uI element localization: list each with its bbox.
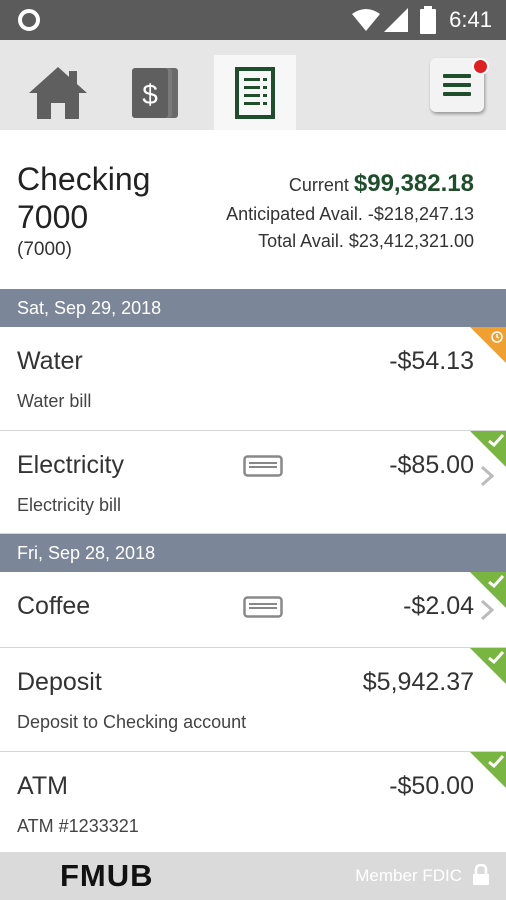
chevron-right-icon[interactable]	[480, 465, 494, 487]
transaction-amount: -$85.00	[389, 451, 474, 479]
card-icon	[243, 455, 283, 477]
cell-signal-icon	[384, 8, 408, 32]
total-balance: Total Avail. $23,412,321.00	[258, 231, 474, 252]
wifi-icon	[352, 9, 380, 31]
transaction-amount: -$2.04	[403, 592, 474, 620]
clock-icon	[491, 331, 503, 343]
checkmark-icon	[488, 434, 504, 447]
transaction-title: Electricity	[17, 451, 124, 479]
transaction-row[interactable]: ATM ATM #1233321 -$50.00	[0, 752, 506, 852]
account-name: Checking 7000	[17, 161, 151, 235]
transaction-amount: $5,942.37	[362, 668, 474, 696]
transaction-row[interactable]: Deposit Deposit to Checking account $5,9…	[0, 648, 506, 752]
account-summary: Checking 7000 (7000) Current $99,382.18 …	[0, 130, 506, 288]
transaction-description: Water bill	[17, 391, 92, 411]
transaction-title: Deposit	[17, 668, 102, 696]
current-balance-label: Current	[288, 175, 349, 195]
footer: FMUB Member FDIC	[0, 852, 506, 900]
current-balance-value: $99,382.18	[353, 170, 474, 197]
hamburger-menu-icon	[443, 74, 471, 96]
status-bar: 6:41	[0, 0, 506, 40]
tab-accounts[interactable]	[214, 55, 296, 130]
checkmark-icon	[488, 575, 504, 588]
member-fdic-label: Member FDIC	[355, 866, 462, 885]
statement-icon	[235, 66, 275, 119]
date-header: Fri, Sep 28, 2018	[0, 534, 506, 572]
transaction-description: Deposit to Checking account	[17, 712, 247, 732]
transaction-description: Electricity bill	[17, 495, 122, 515]
battery-icon	[420, 6, 436, 34]
current-balance: Current $99,382.18	[289, 170, 474, 198]
total-balance-value: $23,412,321.00	[348, 231, 474, 251]
dollar-bill-icon: $	[132, 67, 178, 118]
transaction-description: ATM #1233321	[17, 816, 139, 836]
circle-icon	[18, 9, 40, 31]
clock: 6:41	[449, 7, 492, 32]
total-balance-label: Total Avail.	[258, 231, 344, 251]
anticipated-balance: Anticipated Avail. -$218,247.13	[226, 204, 474, 225]
account-number: (7000)	[17, 239, 72, 260]
transaction-amount: -$54.13	[389, 347, 474, 375]
svg-text:$: $	[142, 79, 158, 110]
tab-home[interactable]	[17, 55, 99, 130]
brand-logo: FMUB	[60, 858, 154, 893]
anticipated-balance-label: Anticipated Avail.	[226, 204, 363, 224]
transaction-row[interactable]: Water Water bill -$54.13	[0, 327, 506, 431]
checkmark-icon	[488, 651, 504, 664]
card-icon	[243, 596, 283, 618]
transaction-title: Water	[17, 347, 83, 375]
anticipated-balance-value: -$218,247.13	[367, 204, 474, 224]
transaction-title: ATM	[17, 772, 68, 800]
tab-transfers[interactable]: $	[116, 55, 198, 130]
transaction-row[interactable]: Electricity Electricity bill -$85.00	[0, 431, 506, 534]
transaction-amount: -$50.00	[389, 772, 474, 800]
home-icon	[29, 66, 87, 119]
notification-badge	[472, 58, 489, 75]
lock-icon	[473, 864, 489, 885]
date-header: Sat, Sep 29, 2018	[0, 289, 506, 327]
transaction-title: Coffee	[17, 592, 91, 620]
transaction-row[interactable]: Coffee -$2.04	[0, 572, 506, 648]
checkmark-icon	[488, 755, 504, 768]
